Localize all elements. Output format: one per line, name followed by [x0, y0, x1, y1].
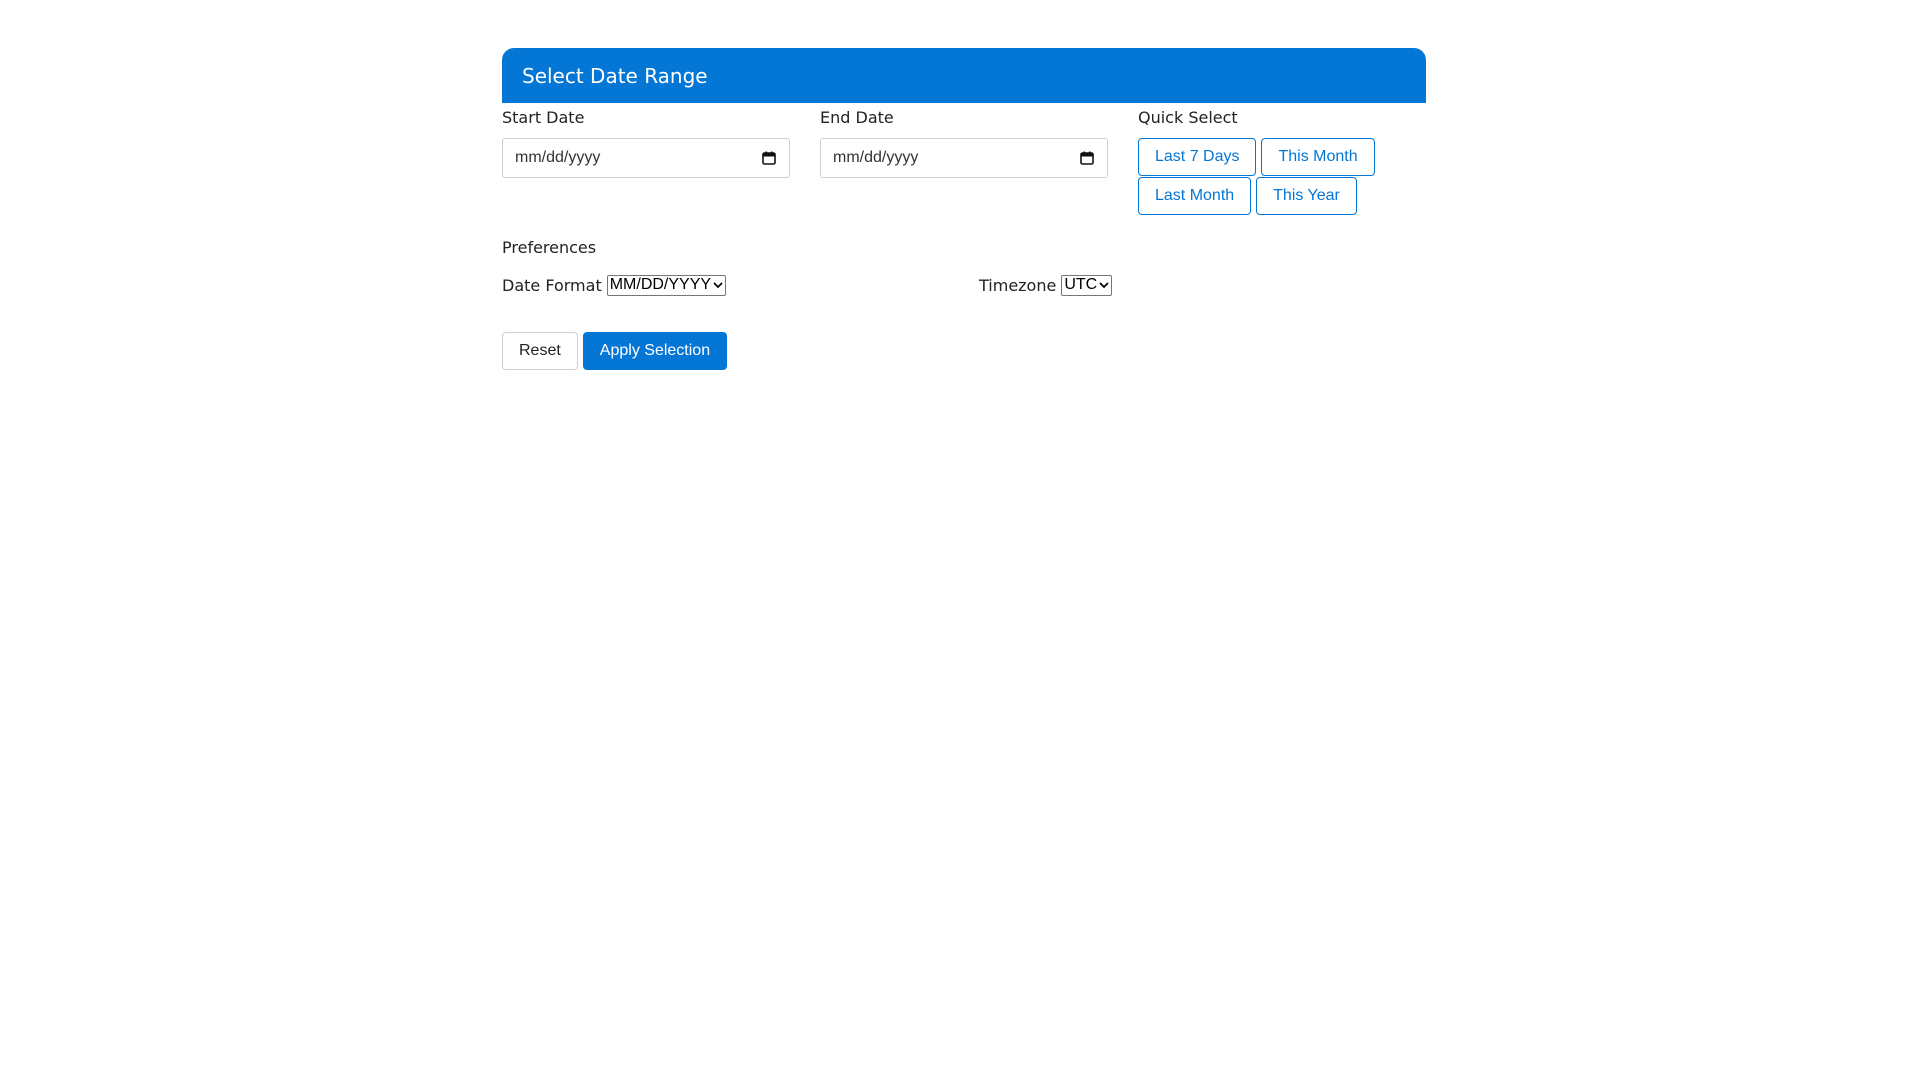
end-date-group: End Date mm/dd/yyyy	[820, 106, 1108, 215]
calendar-icon[interactable]	[1080, 151, 1094, 165]
quick-select-last-month-button[interactable]: Last Month	[1138, 177, 1252, 215]
date-format-selected: MM/DD/YYYY	[609, 276, 712, 293]
panel-title: Select Date Range	[522, 63, 708, 88]
quick-select-last-7-days-button[interactable]: Last 7 Days	[1138, 138, 1257, 176]
start-date-placeholder: mm/dd/yyyy	[515, 149, 601, 166]
end-date-placeholder: mm/dd/yyyy	[833, 149, 919, 166]
end-date-input[interactable]: mm/dd/yyyy	[820, 138, 1108, 178]
timezone-selected: UTC	[1064, 276, 1098, 293]
actions-row: Reset Apply Selection	[502, 332, 1426, 370]
timezone-select[interactable]: UTC	[1061, 274, 1113, 296]
timezone-group: Timezone UTC	[979, 274, 1113, 296]
date-format-label: Date Format	[502, 275, 602, 295]
date-fields-row: Start Date mm/dd/yyyy End Date mm/dd/yyy…	[502, 106, 1426, 215]
panel-header: Select Date Range	[502, 48, 1426, 103]
timezone-label: Timezone	[979, 275, 1057, 295]
quick-select-this-month-button[interactable]: This Month	[1261, 138, 1375, 176]
quick-select-buttons: Last 7 Days This Month Last Month This Y…	[1138, 138, 1398, 215]
start-date-label: Start Date	[502, 108, 585, 127]
start-date-group: Start Date mm/dd/yyyy	[502, 106, 790, 215]
start-date-input[interactable]: mm/dd/yyyy	[502, 138, 790, 178]
date-range-panel: Select Date Range Start Date mm/dd/yyyy …	[502, 48, 1426, 370]
calendar-icon[interactable]	[762, 151, 776, 165]
preferences-heading: Preferences	[502, 238, 597, 257]
reset-button[interactable]: Reset	[502, 332, 578, 370]
quick-select-label: Quick Select	[1138, 108, 1238, 127]
preferences-row: Date Format MM/DD/YYYY Timezone UTC	[502, 273, 1426, 297]
apply-selection-button[interactable]: Apply Selection	[582, 332, 728, 370]
quick-select-this-year-button[interactable]: This Year	[1256, 177, 1357, 215]
end-date-label: End Date	[820, 108, 894, 127]
date-format-group: Date Format MM/DD/YYYY	[502, 274, 979, 296]
chevron-down-icon	[1099, 276, 1109, 294]
date-format-select[interactable]: MM/DD/YYYY	[606, 274, 727, 296]
quick-select-group: Quick Select Last 7 Days This Month Last…	[1138, 106, 1398, 215]
chevron-down-icon	[713, 276, 723, 294]
